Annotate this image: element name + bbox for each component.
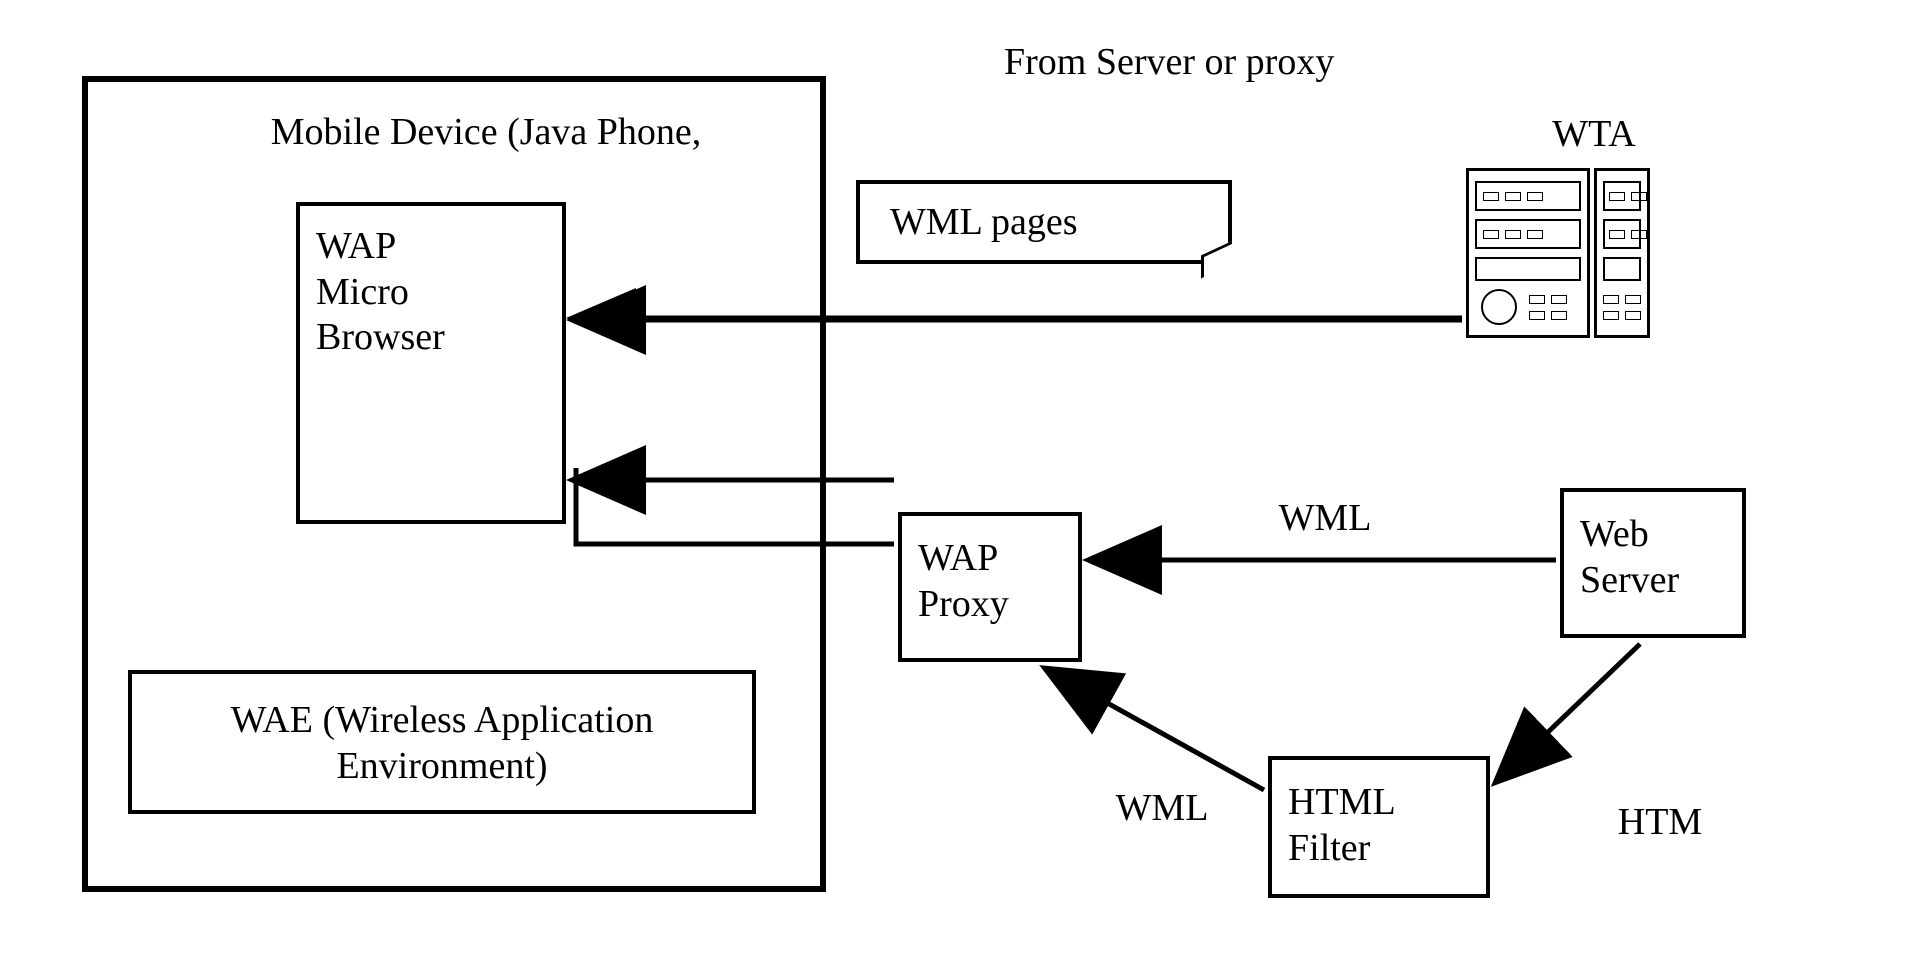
html-filter-box: HTML Filter <box>1268 756 1490 898</box>
arrow-webserver-to-htmlfilter <box>1498 644 1640 780</box>
htm-label: HTM <box>1590 800 1730 846</box>
wap-proxy-box: WAP Proxy <box>898 512 1082 662</box>
wml-bottom-label: WML <box>1092 786 1232 832</box>
html-filter-text: HTML Filter <box>1288 770 1470 871</box>
wta-label: WTA <box>1534 112 1654 158</box>
wap-micro-browser-box: WAP Micro Browser <box>296 202 566 524</box>
wae-box: WAE (Wireless Application Environment) <box>128 670 756 814</box>
wap-proxy-text: WAP Proxy <box>918 526 1062 627</box>
mobile-device-label: Mobile Device (Java Phone, <box>256 110 716 156</box>
web-server-box: Web Server <box>1560 488 1746 638</box>
wae-text: WAE (Wireless Application Environment) <box>148 684 736 789</box>
arrow-htmlfilter-to-proxy <box>1048 670 1264 790</box>
wml-pages-doc: WML pages <box>856 180 1232 264</box>
header-right-label: From Server or proxy <box>1004 40 1504 86</box>
wap-micro-browser-text: WAP Micro Browser <box>316 216 546 361</box>
wml-top-label: WML <box>1260 496 1390 542</box>
web-server-text: Web Server <box>1580 502 1726 603</box>
wml-pages-text: WML pages <box>890 200 1190 246</box>
